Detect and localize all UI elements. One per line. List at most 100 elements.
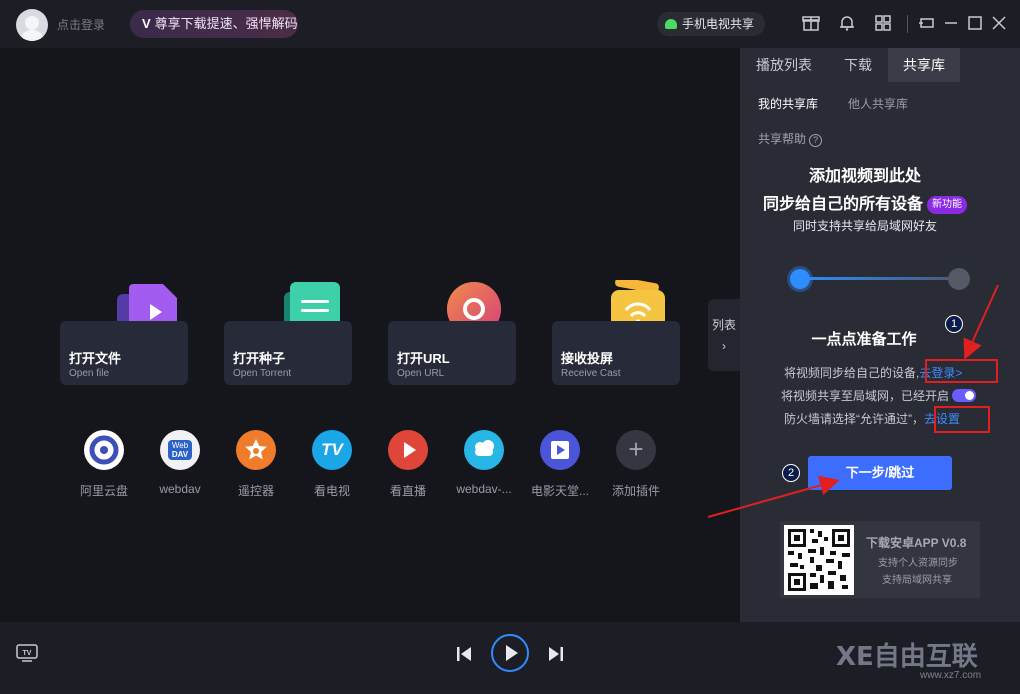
movie-icon: [540, 430, 580, 470]
plugin-aliyun-drive[interactable]: 阿里云盘: [69, 430, 139, 499]
receive-cast-subtitle: Receive Cast: [561, 368, 621, 379]
annotation-2: 2: [782, 464, 800, 482]
plugin-live[interactable]: 看直播: [373, 430, 443, 499]
aliyun-drive-icon: [84, 430, 124, 470]
receive-cast-title: 接收投屏: [561, 351, 614, 366]
qr-subtitle-2: 支持局域网共享: [882, 575, 952, 586]
new-feature-badge: 新功能: [927, 196, 967, 214]
open-url-title: 打开URL: [397, 351, 450, 366]
gift-icon[interactable]: [802, 14, 820, 32]
plugin-label: webdav: [159, 482, 201, 496]
avatar[interactable]: [16, 9, 48, 41]
open-torrent-title: 打开种子: [233, 351, 286, 366]
plugin-movie-heaven[interactable]: 电影天堂...: [525, 430, 595, 499]
lan-share-toggle[interactable]: [952, 389, 977, 402]
plugin-webdav[interactable]: Web DAV webdav: [145, 430, 215, 496]
tv-share-button[interactable]: 手机电视共享: [657, 12, 765, 36]
vip-banner[interactable]: V 尊享下载提速、强悍解码: [130, 10, 298, 38]
progress-track: [798, 277, 958, 280]
heading-sync-row: 同步给自己的所有设备 新功能: [740, 190, 990, 214]
android-icon: [665, 19, 677, 29]
webdav-icon: Web DAV: [160, 430, 200, 470]
open-file-title: 打开文件: [69, 351, 122, 366]
plugin-label: 添加插件: [611, 484, 660, 498]
plugin-label: 阿里云盘: [79, 484, 128, 498]
play-button[interactable]: [491, 634, 529, 672]
play-icon: [506, 645, 518, 661]
tab-share-library[interactable]: 共享库: [888, 48, 960, 82]
open-file-subtitle: Open file: [69, 368, 110, 379]
minimize-icon[interactable]: [942, 14, 960, 32]
watermark-logo: XE自由互联: [836, 642, 978, 672]
maximize-icon[interactable]: [966, 14, 984, 32]
highlight-settings: [934, 406, 990, 433]
plugin-label: webdav-...: [456, 482, 512, 496]
share-help-link[interactable]: 共享帮助?: [758, 130, 823, 147]
lan-share-text: 将视频共享至局域网，已经开启: [781, 389, 950, 403]
main-area: 打开文件 Open file 打开种子 Open Torrent 打开URL O…: [0, 48, 740, 622]
tab-playlist[interactable]: 播放列表: [740, 48, 828, 82]
remote-control-icon: [236, 430, 276, 470]
plugin-label: 电影天堂...: [530, 484, 589, 498]
subtab-others-library[interactable]: 他人共享库: [848, 95, 908, 112]
watermark-url: www.xz7.com: [920, 670, 982, 681]
android-app-download: 下载安卓APP V0.8 支持个人资源同步 支持局域网共享: [780, 521, 980, 598]
apps-icon[interactable]: [874, 14, 892, 32]
previous-icon[interactable]: [455, 645, 473, 663]
webdav-icon-top: Web: [171, 441, 189, 450]
open-url-subtitle: Open URL: [397, 368, 445, 379]
title-bar: 点击登录 V 尊享下载提速、强悍解码 手机电视共享: [0, 0, 1020, 48]
open-url-card[interactable]: 打开URL Open URL: [388, 321, 516, 385]
side-panel: 播放列表 下载 共享库 我的共享库 他人共享库 共享帮助? 添加视频到此处 同步…: [740, 48, 1020, 622]
vip-logo: V: [142, 16, 151, 31]
qr-subtitle-1: 支持个人资源同步: [878, 558, 958, 569]
add-plugin-button[interactable]: + 添加插件: [601, 430, 671, 499]
plugin-label: 看直播: [389, 484, 426, 498]
playlist-toggle-tab[interactable]: 列表 ›: [708, 299, 740, 371]
highlight-login: [925, 359, 998, 383]
titlebar-separator: [907, 15, 908, 33]
mini-mode-icon[interactable]: [918, 14, 936, 32]
sync-device-text: 将视频同步给自己的设备,: [784, 366, 920, 380]
vip-banner-label: 尊享下载提速、强悍解码: [154, 16, 298, 31]
close-icon[interactable]: [990, 14, 1008, 32]
open-file-card[interactable]: 打开文件 Open file: [60, 321, 188, 385]
open-torrent-card[interactable]: 打开种子 Open Torrent: [224, 321, 352, 385]
plugin-label: 看电视: [313, 484, 350, 498]
lan-share-row: 将视频共享至局域网，已经开启: [781, 387, 977, 404]
next-track-icon[interactable]: [547, 645, 565, 663]
bell-icon[interactable]: [838, 14, 856, 32]
plugin-watch-tv[interactable]: TV 看电视: [297, 430, 367, 499]
subtab-my-library[interactable]: 我的共享库: [758, 95, 818, 112]
plugin-webdav-2[interactable]: webdav-...: [449, 430, 519, 496]
chevron-right-icon: ›: [722, 339, 726, 353]
login-link[interactable]: 点击登录: [57, 16, 105, 33]
live-play-icon: [388, 430, 428, 470]
playback-bar: TV XE自由互联 www.xz7.com: [0, 622, 1020, 694]
share-help-label: 共享帮助: [758, 132, 807, 146]
plugin-remote[interactable]: 遥控器: [221, 430, 291, 499]
webdav-icon-bottom: DAV: [171, 450, 189, 459]
tv-mode-icon[interactable]: TV: [16, 644, 38, 662]
annotation-1: 1: [945, 315, 963, 333]
qr-code-icon: [784, 525, 854, 595]
open-torrent-subtitle: Open Torrent: [233, 368, 292, 379]
cloud-icon: [464, 430, 504, 470]
playlist-toggle-label: 列表: [711, 318, 736, 332]
step-2-dot: [948, 268, 970, 290]
step-1-dot: [790, 269, 810, 289]
heading-add-video: 添加视频到此处: [808, 168, 921, 185]
lan-share-note: 同时支持共享给局域网好友: [792, 219, 937, 233]
tab-download[interactable]: 下载: [828, 48, 888, 82]
tv-icon: TV: [312, 430, 352, 470]
qr-title: 下载安卓APP V0.8: [866, 536, 967, 550]
receive-cast-card[interactable]: 接收投屏 Receive Cast: [552, 321, 680, 385]
panel-tabs: 播放列表 下载 共享库: [740, 48, 1020, 82]
next-skip-button[interactable]: 下一步/跳过: [808, 456, 952, 490]
tv-share-label: 手机电视共享: [682, 17, 755, 31]
plugin-label: 遥控器: [237, 484, 274, 498]
tv-mode-label: TV: [23, 650, 32, 657]
firewall-text: 防火墙请选择“允许通过”，: [784, 412, 924, 426]
heading-sync-devices: 同步给自己的所有设备: [762, 196, 923, 213]
plus-icon: +: [616, 430, 656, 470]
